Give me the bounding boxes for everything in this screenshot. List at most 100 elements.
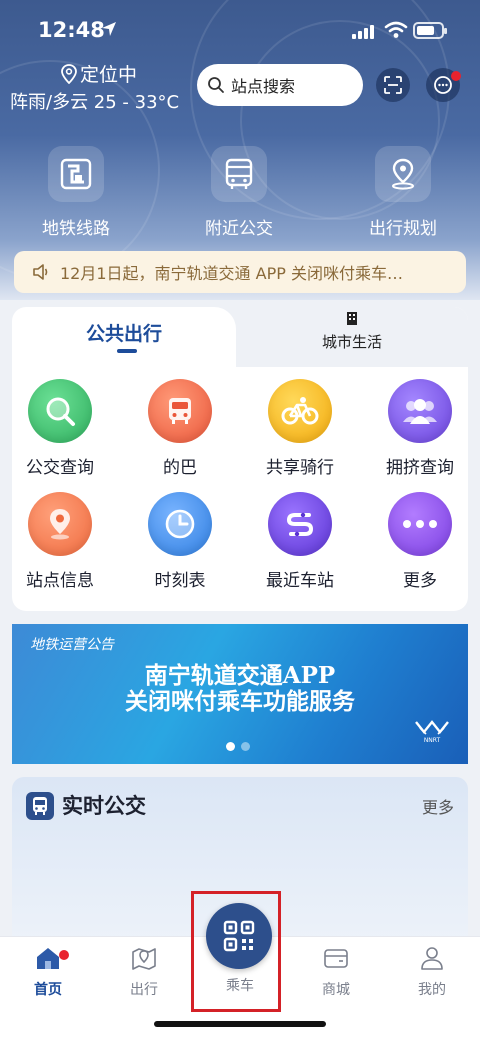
tab-label: 我的	[418, 982, 446, 998]
page-dot-active	[226, 742, 235, 751]
tab-label: 首页	[34, 982, 62, 998]
location-arrow-icon	[102, 22, 116, 36]
station-search-input[interactable]: 站点搜索	[197, 64, 363, 106]
route-pin-icon	[392, 158, 414, 190]
service-icon-bg	[28, 379, 92, 443]
bus-icon	[225, 158, 253, 189]
search-placeholder: 站点搜索	[231, 77, 296, 96]
service-timetable[interactable]: 时刻表	[125, 492, 235, 591]
metro-map-icon	[60, 158, 92, 190]
service-label: 拥挤查询	[386, 458, 454, 478]
quick-action-label: 地铁线路	[42, 219, 110, 239]
tab-mall[interactable]: 商城	[288, 945, 384, 999]
service-tabs: 公共出行 城市生活	[12, 307, 468, 369]
home-notification-dot	[59, 950, 69, 960]
route-pin-icon-wrap	[375, 146, 431, 202]
service-label: 共享骑行	[266, 458, 334, 478]
tab-label: 出行	[130, 982, 158, 998]
realtime-bus-title: 实时公交	[62, 794, 146, 818]
service-icon-bg	[268, 492, 332, 556]
svg-text:NNRT: NNRT	[424, 737, 441, 744]
banner-pagination	[226, 742, 250, 751]
location-indicator[interactable]: 定位中	[60, 60, 137, 87]
user-icon	[421, 947, 443, 970]
tab-label: 城市生活	[321, 333, 382, 351]
metro-map-icon-wrap	[48, 146, 104, 202]
more-dots-icon	[403, 520, 437, 528]
tab-public-transport[interactable]: 公共出行	[12, 307, 236, 369]
service-label: 站点信息	[26, 571, 94, 591]
home-icon	[37, 948, 59, 969]
location-pin-icon	[50, 509, 70, 540]
service-icon-bg	[28, 492, 92, 556]
service-icon-bg	[148, 379, 212, 443]
notice-text: 12月1日起，南宁轨道交通 APP 关闭咪付乘车…	[60, 264, 403, 283]
service-taxi[interactable]: 的巴	[125, 379, 235, 478]
home-indicator	[154, 1021, 326, 1027]
map-pin-icon	[132, 948, 156, 970]
quick-action-trip-planner[interactable]: 出行规划	[333, 146, 473, 239]
location-pin-icon	[61, 63, 77, 84]
tab-profile[interactable]: 我的	[384, 945, 480, 999]
bus-icon-badge	[26, 792, 54, 820]
service-station-info[interactable]: 站点信息	[12, 492, 115, 591]
service-label: 最近车站	[266, 571, 334, 591]
tab-underline	[117, 349, 137, 353]
nnrt-logo: NNRT	[412, 718, 452, 748]
bike-icon	[281, 397, 319, 425]
status-time: 12:48	[38, 18, 105, 42]
building-icon	[347, 312, 357, 325]
service-label: 的巴	[163, 458, 197, 478]
tab-home[interactable]: 首页	[0, 945, 96, 999]
cellular-signal-icon	[352, 23, 374, 39]
clock-icon	[165, 509, 195, 539]
announcement-banner[interactable]: 地铁运营公告 南宁轨道交通APP 关闭咪付乘车功能服务 NNRT	[12, 624, 468, 764]
notice-bar[interactable]: 12月1日起，南宁轨道交通 APP 关闭咪付乘车…	[14, 251, 466, 293]
tab-travel[interactable]: 出行	[96, 945, 192, 999]
search-icon	[208, 77, 224, 93]
quick-action-label: 出行规划	[369, 219, 437, 239]
speaker-icon	[33, 264, 48, 280]
service-icon-bg	[388, 492, 452, 556]
banner-title-line2: 关闭咪付乘车功能服务	[125, 688, 355, 715]
highlight-annotation	[191, 891, 281, 1012]
service-more[interactable]: 更多	[365, 492, 468, 591]
quick-action-metro[interactable]: 地铁线路	[6, 146, 146, 239]
crowd-icon	[403, 399, 437, 424]
service-bus-query[interactable]: 公交查询	[12, 379, 115, 478]
service-shared-bike[interactable]: 共享骑行	[245, 379, 355, 478]
bus-icon	[33, 797, 47, 815]
chat-bubble-icon	[434, 76, 452, 94]
service-icon-bg	[268, 379, 332, 443]
message-notification-dot	[451, 71, 461, 81]
page-dot	[241, 742, 250, 751]
quick-action-label: 附近公交	[205, 219, 273, 239]
banner-tag: 地铁运营公告	[30, 637, 114, 653]
wallet-icon	[324, 949, 348, 968]
bus-icon	[169, 398, 191, 424]
scan-icon	[384, 76, 402, 94]
service-label: 时刻表	[154, 571, 206, 591]
services-card: 公共出行 城市生活 公交查询 的巴 共享骑行 拥挤查询 站点信息 时刻表 最近车…	[12, 307, 468, 611]
service-label: 更多	[403, 571, 437, 591]
battery-icon	[413, 22, 447, 39]
route-s-icon	[286, 512, 314, 537]
search-icon	[46, 397, 75, 426]
service-crowd-query[interactable]: 拥挤查询	[365, 379, 468, 478]
location-text: 定位中	[80, 64, 138, 86]
nnrt-logo-icon: NNRT	[415, 720, 449, 744]
service-nearest-station[interactable]: 最近车站	[245, 492, 355, 591]
tab-city-life[interactable]: 城市生活	[282, 311, 422, 352]
scan-button[interactable]	[376, 68, 410, 102]
tab-label: 公共出行	[85, 323, 162, 345]
service-label: 公交查询	[26, 458, 94, 478]
wifi-icon	[384, 21, 408, 38]
tab-label: 商城	[322, 982, 350, 998]
realtime-bus-more-link[interactable]: 更多	[422, 794, 454, 818]
bus-icon-wrap	[211, 146, 267, 202]
status-bar: 12:48	[0, 0, 480, 60]
service-icon-bg	[148, 492, 212, 556]
quick-action-nearby-bus[interactable]: 附近公交	[169, 146, 309, 239]
weather-text: 阵雨/多云 25 - 33°C	[10, 92, 180, 113]
service-icon-bg	[388, 379, 452, 443]
